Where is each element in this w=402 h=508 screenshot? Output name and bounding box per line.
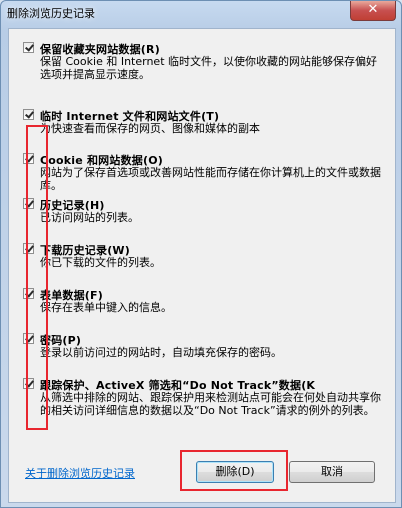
option-description: 网站为了保存首选项或改善网站性能而存储在你计算机上的文件或数据库。 (40, 166, 381, 192)
checkbox-preserve-favorites[interactable] (23, 42, 34, 53)
close-button[interactable]: ✕ (350, 1, 396, 21)
close-icon: ✕ (367, 2, 379, 17)
option-description: 已访问网站的列表。 (40, 211, 139, 224)
option-description: 登录以前访问过的网站时，自动填充保存的密码。 (40, 346, 282, 359)
dialog-body: 保留收藏夹网站数据(R) 保留 Cookie 和 Internet 临时文件，以… (8, 28, 396, 503)
dialog-title: 删除浏览历史记录 (7, 7, 95, 20)
cancel-button[interactable]: 取消 (289, 461, 375, 483)
title-bar[interactable]: 删除浏览历史记录 ✕ (1, 1, 401, 25)
option-description: 保存在表单中键入的信息。 (40, 301, 172, 314)
option-description: 保留 Cookie 和 Internet 临时文件，以使你收藏的网站能够保存偏好… (40, 55, 377, 81)
delete-history-dialog: 删除浏览历史记录 ✕ 保留收藏夹网站数据(R) 保留 Cookie 和 Inte… (0, 0, 402, 508)
option-description: 为快速查看而保存的网页、图像和媒体的副本 (40, 122, 260, 135)
checkbox-temp-internet-files[interactable] (23, 109, 34, 120)
option-description: 从筛选中排除的网站、跟踪保护用来检测站点可能会在何处自动共享你的相关访问详细信息… (40, 391, 381, 417)
option-description: 你已下载的文件的列表。 (40, 256, 161, 269)
about-delete-history-link[interactable]: 关于删除浏览历史记录 (25, 465, 135, 481)
delete-button-highlight-box (180, 450, 288, 491)
checkbox-highlight-box (26, 125, 48, 430)
